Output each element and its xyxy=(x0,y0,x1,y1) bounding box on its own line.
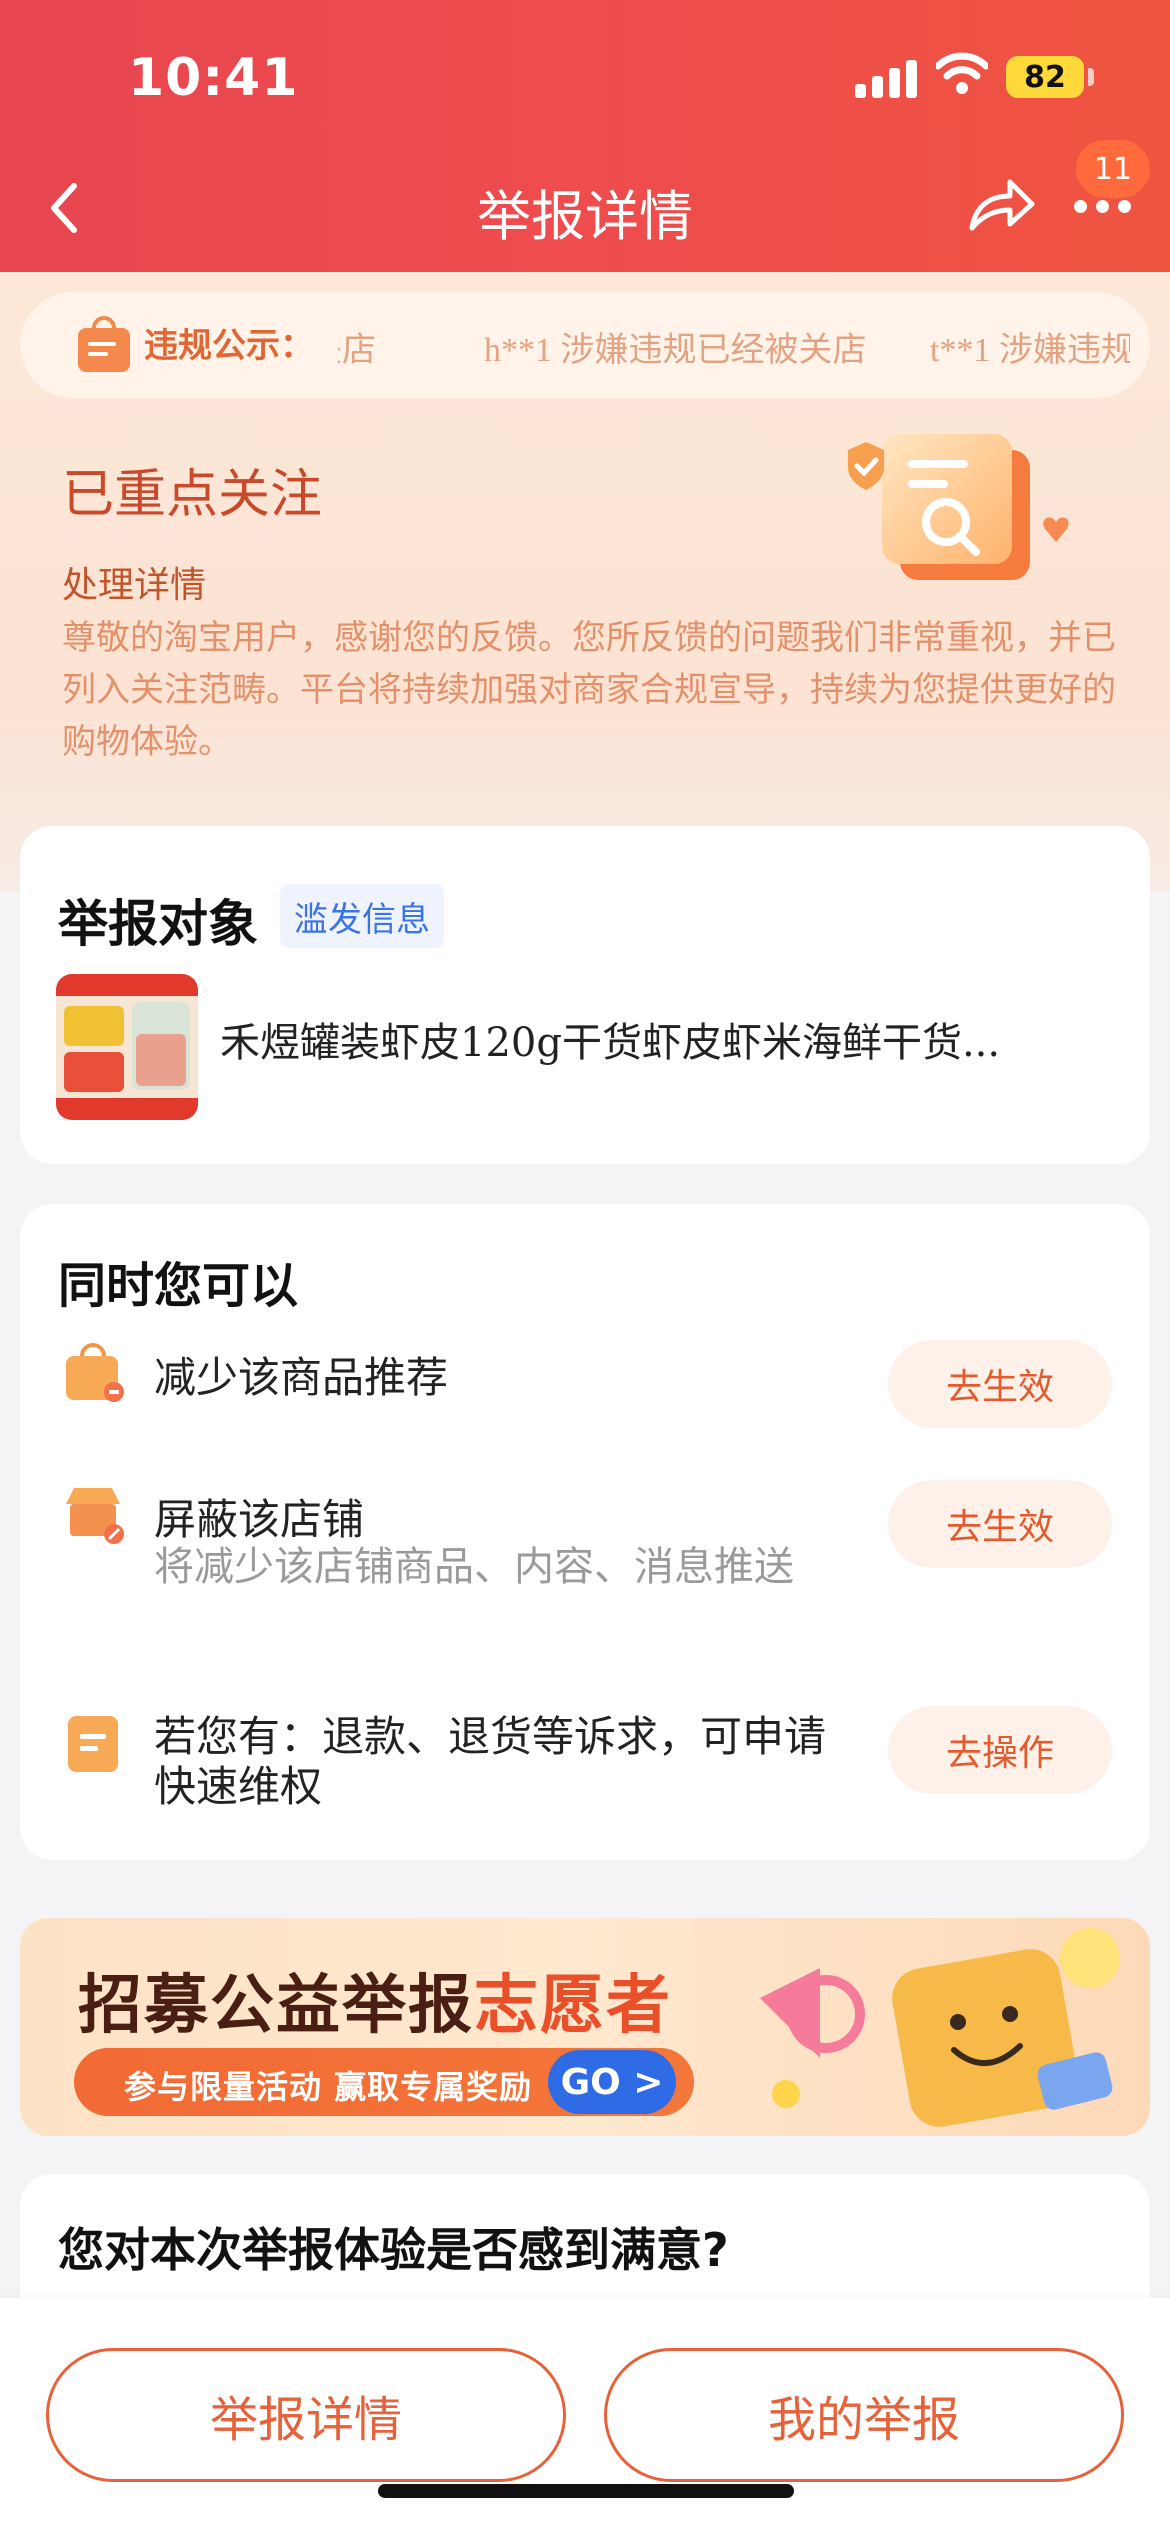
clipboard-icon xyxy=(68,1716,118,1772)
product-name[interactable]: 禾煜罐装虾皮120g干货虾皮虾米海鲜干货... xyxy=(220,1010,1110,1068)
share-button[interactable] xyxy=(966,170,1038,240)
block-shop-title: 屏蔽该店铺 xyxy=(154,1495,365,1544)
ticker-item: h**1 涉嫌违规已经被关店 xyxy=(484,332,867,369)
refund-rights-title: 若您有：退款、退货等诉求，可申请快速维权 xyxy=(154,1712,827,1811)
report-target-title: 举报对象 xyxy=(58,895,258,953)
bag-minus-icon xyxy=(66,1343,124,1402)
wifi-icon xyxy=(936,52,988,94)
document-search-illustration xyxy=(848,434,1069,580)
violation-notice-bar[interactable]: 违规公示： 攻关店 h**1 涉嫌违规已经被关店 t**1 涉嫌违规 xyxy=(20,292,1150,398)
banner-title: 招募公益举报志愿者 xyxy=(78,1954,672,2046)
actions-title: 同时您可以 xyxy=(58,1258,299,1314)
block-shop-activate-button[interactable]: 去生效 xyxy=(888,1480,1112,1568)
banner-go-button[interactable]: GO > xyxy=(548,2050,676,2114)
notice-ticker: 攻关店 h**1 涉嫌违规已经被关店 t**1 涉嫌违规 xyxy=(338,322,1130,370)
shop-block-icon xyxy=(66,1488,124,1544)
product-thumbnail[interactable] xyxy=(56,974,198,1120)
report-detail-page: 10:41 82 举报详情 11 违规公示： 店 h**1 涉嫌违规已经被关店 … xyxy=(0,0,1170,2532)
reduce-product-recommend-title: 减少该商品推荐 xyxy=(154,1353,449,1402)
reduce-product-activate-button[interactable]: 去生效 xyxy=(888,1340,1112,1428)
product-image-icon xyxy=(56,974,198,1120)
banner-subtitle: 参与限量活动 赢取专属奖励 xyxy=(124,2068,533,2106)
mascot-illustration xyxy=(760,1928,1120,2127)
my-reports-button[interactable]: 我的举报 xyxy=(604,2348,1124,2482)
process-detail-body: 尊敬的淘宝用户，感谢您的反馈。您所反馈的问题我们非常重视，并已列入关注范畴。平台… xyxy=(62,618,1116,762)
notice-label: 违规公示： xyxy=(144,326,314,366)
battery-indicator: 82 xyxy=(1006,56,1084,98)
banner-title-highlight: 志愿者 xyxy=(474,1969,672,2043)
refund-rights-operate-button[interactable]: 去操作 xyxy=(888,1706,1112,1794)
status-time: 10:41 xyxy=(128,48,299,108)
report-target-card: 举报对象 滥发信息 禾煜罐装虾皮120g干货虾皮虾米海鲜干货... xyxy=(20,826,1150,1164)
header: 10:41 82 举报详情 11 xyxy=(0,0,1170,272)
cellular-signal-icon xyxy=(855,58,917,98)
status-title: 已重点关注 xyxy=(62,465,323,525)
battery-tip xyxy=(1088,68,1094,86)
home-indicator xyxy=(378,2484,794,2498)
actions-card: 同时您可以 减少该商品推荐 去生效 屏蔽该店铺 将减少该店铺商品、内容、消息推送… xyxy=(20,1204,1150,1860)
notification-badge: 11 xyxy=(1076,140,1150,198)
volunteer-recruit-banner[interactable]: 招募公益举报志愿者 参与限量活动 赢取专属奖励 GO > xyxy=(20,1918,1150,2136)
process-detail-title: 处理详情 xyxy=(62,565,207,606)
ticker-item: 攻关店 xyxy=(338,332,376,369)
ticker-item: t**1 涉嫌违规 xyxy=(930,332,1130,369)
report-reason-tag: 滥发信息 xyxy=(280,884,444,948)
store-bag-icon xyxy=(78,316,130,372)
satisfaction-question: 您对本次举报体验是否感到满意? xyxy=(58,2223,729,2277)
block-shop-subtitle: 将减少该店铺商品、内容、消息推送 xyxy=(154,1544,794,1590)
banner-title-prefix: 招募公益举报 xyxy=(78,1969,474,2043)
report-detail-button[interactable]: 举报详情 xyxy=(46,2348,566,2482)
